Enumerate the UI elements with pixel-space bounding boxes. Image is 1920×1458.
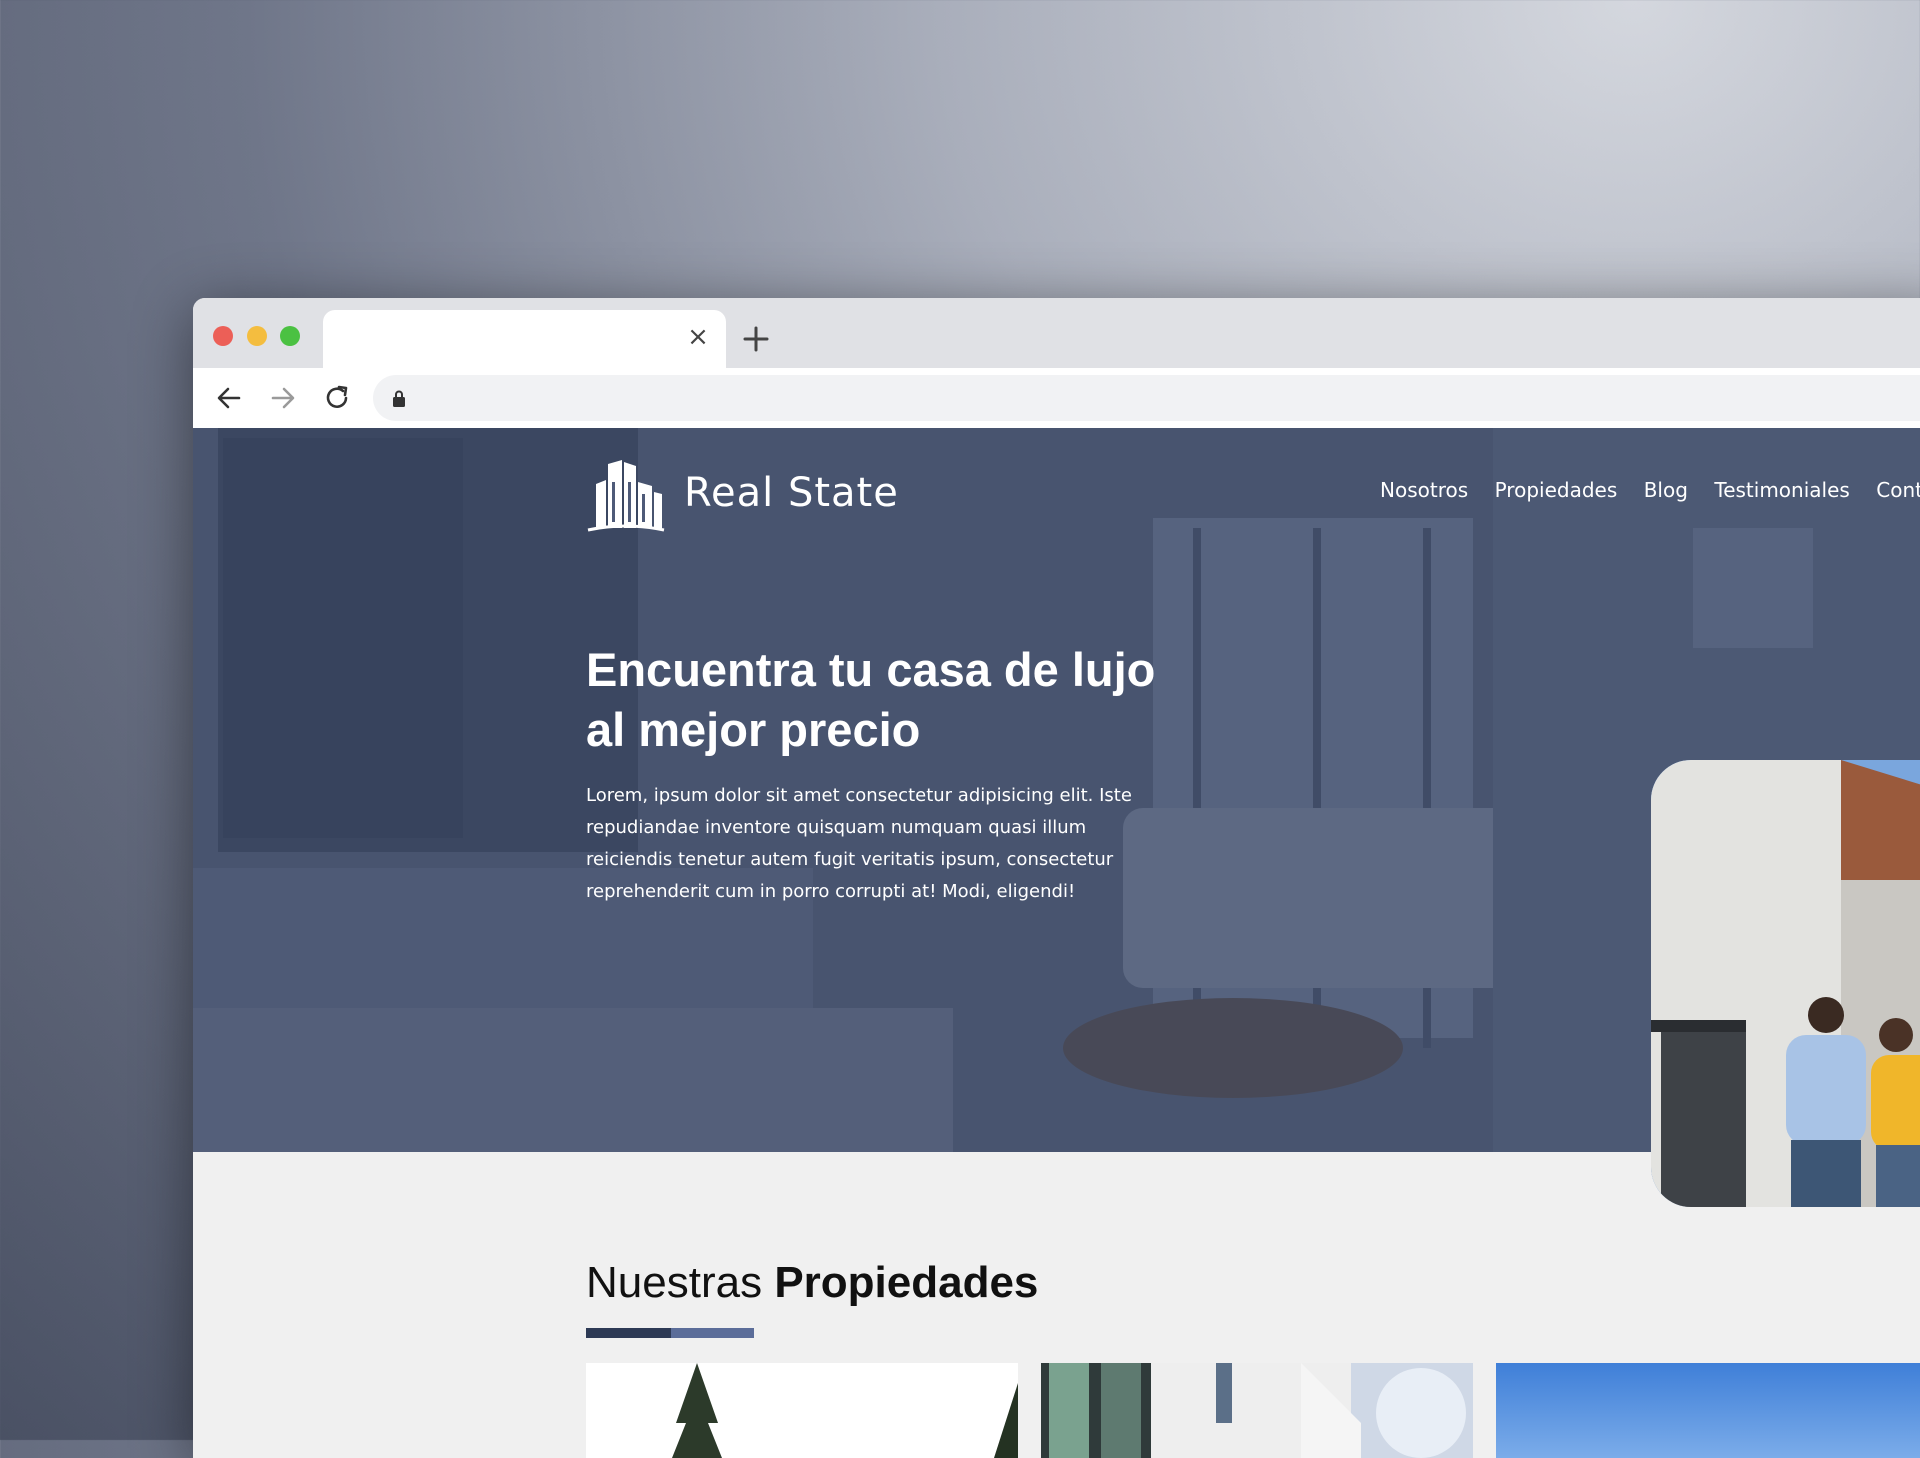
hero-title: Encuentra tu casa de lujo al mejor preci… — [586, 643, 1156, 756]
property-image-trees — [586, 1363, 1018, 1458]
main-navigation: Nosotros Propiedades Blog Testimoniales … — [1380, 478, 1920, 502]
property-card[interactable] — [586, 1363, 1018, 1458]
browser-window: × Real State Nosotros Propiedades Blog T… — [193, 298, 1920, 1458]
hero-description: Lorem, ipsum dolor sit amet consectetur … — [586, 785, 1132, 902]
browser-titlebar: × — [193, 298, 1920, 368]
section-title-underline — [586, 1328, 754, 1338]
building-logo-icon — [587, 460, 665, 532]
site-logo[interactable]: Real State — [586, 458, 906, 533]
maximize-window-button[interactable] — [280, 326, 300, 346]
section-title-bold: Propiedades — [774, 1258, 1039, 1307]
section-title: Nuestras Propiedades — [586, 1258, 1038, 1308]
page-viewport: Real State Nosotros Propiedades Blog Tes… — [193, 428, 1920, 1458]
brand-name: Real State — [684, 470, 899, 516]
arrow-left-icon[interactable] — [213, 382, 245, 414]
browser-toolbar — [193, 368, 1920, 428]
property-card[interactable] — [1496, 1363, 1920, 1458]
couple-house-photo — [1651, 760, 1920, 1207]
nav-link-testimoniales[interactable]: Testimoniales — [1714, 478, 1849, 502]
nav-link-contacto[interactable]: Contacto — [1876, 478, 1920, 502]
plus-icon[interactable] — [740, 323, 772, 355]
lock-icon — [393, 390, 405, 407]
section-title-regular: Nuestras — [586, 1258, 763, 1307]
address-bar[interactable] — [373, 375, 1920, 421]
property-image-building — [1041, 1363, 1473, 1458]
close-icon[interactable]: × — [684, 323, 712, 351]
arrow-right-icon[interactable] — [267, 382, 299, 414]
nav-link-blog[interactable]: Blog — [1644, 478, 1688, 502]
property-card[interactable] — [1041, 1363, 1473, 1458]
property-image-sky — [1496, 1363, 1920, 1458]
underline-dark-segment — [586, 1328, 671, 1338]
browser-tab[interactable]: × — [323, 310, 726, 368]
close-window-button[interactable] — [213, 326, 233, 346]
reload-icon[interactable] — [321, 382, 353, 414]
nav-link-nosotros[interactable]: Nosotros — [1380, 478, 1468, 502]
underline-light-segment — [671, 1328, 754, 1338]
minimize-window-button[interactable] — [247, 326, 267, 346]
nav-link-propiedades[interactable]: Propiedades — [1495, 478, 1618, 502]
